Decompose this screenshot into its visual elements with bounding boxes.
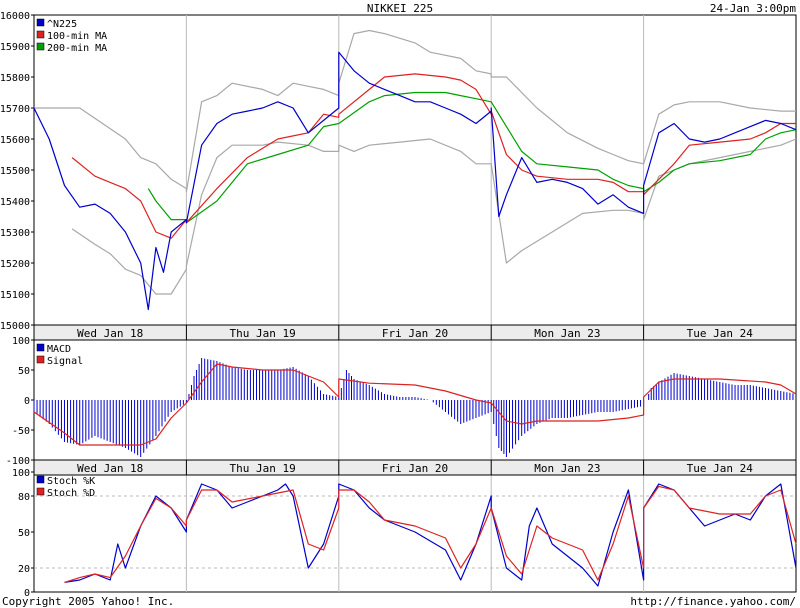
legend-label: 200-min MA	[47, 43, 107, 54]
price-axis-tick-label: 15800	[0, 73, 30, 84]
day-label: Fri Jan 20	[382, 462, 448, 475]
price-axis-tick-label: 15000	[0, 321, 30, 332]
price-axis-tick-label: 15900	[0, 42, 30, 53]
day-label: Mon Jan 23	[534, 462, 600, 475]
legend-swatch	[36, 30, 45, 39]
price-axis-tick-label: 15500	[0, 166, 30, 177]
day-label: Wed Jan 18	[77, 327, 143, 340]
legend-label: Signal	[47, 356, 83, 367]
stoch-axis-tick-label: 20	[18, 564, 30, 575]
legend-label: ^N225	[47, 19, 77, 30]
day-label: Fri Jan 20	[382, 327, 448, 340]
legend-label: 100-min MA	[47, 31, 107, 42]
day-label: Tue Jan 24	[687, 327, 754, 340]
price-axis-tick-label: 15600	[0, 135, 30, 146]
chart-title: NIKKEI 225	[367, 2, 433, 15]
price-axis-tick-label: 15400	[0, 197, 30, 208]
day-label: Wed Jan 18	[77, 462, 143, 475]
legend-label: Stoch %D	[47, 488, 95, 499]
legend-label: MACD	[47, 344, 71, 355]
source-url: http://finance.yahoo.com/	[630, 595, 796, 608]
legend-swatch	[36, 475, 45, 484]
day-label: Thu Jan 19	[229, 462, 295, 475]
chart-svg: NIKKEI 225 24-Jan 3:00pm Copyright 2005 …	[0, 2, 797, 608]
ma100-line	[71, 73, 796, 239]
chart-timestamp: 24-Jan 3:00pm	[710, 2, 796, 15]
stoch-axis-tick-label: 50	[18, 528, 30, 539]
panel-frame-price	[33, 14, 797, 326]
price-axis-tick-label: 16000	[0, 11, 30, 22]
macd-axis-tick-label: 50	[18, 366, 30, 377]
legend-swatch	[36, 487, 45, 496]
day-label: Mon Jan 23	[534, 327, 600, 340]
legend-swatch	[36, 355, 45, 364]
macd-axis-tick-label: -50	[12, 426, 30, 437]
price-axis-tick-label: 15100	[0, 290, 30, 301]
price-axis-tick-label: 15700	[0, 104, 30, 115]
macd-axis-tick-label: 100	[12, 336, 30, 347]
legend-swatch	[36, 18, 45, 27]
stoch-axis-tick-label: 80	[18, 492, 30, 503]
legend-swatch	[36, 42, 45, 51]
price-axis-tick-label: 15300	[0, 228, 30, 239]
stoch-k-line	[64, 483, 797, 587]
price-series-line	[33, 51, 797, 311]
macd-signal-line	[33, 363, 797, 446]
macd-axis-tick-label: -100	[6, 456, 30, 467]
stoch-axis-tick-label: 100	[12, 468, 30, 479]
day-label: Tue Jan 24	[687, 462, 754, 475]
chart-stage: NIKKEI 225 24-Jan 3:00pm Copyright 2005 …	[0, 0, 800, 608]
band-line	[71, 138, 797, 295]
macd-axis-tick-label: 0	[24, 396, 30, 407]
price-axis-tick-label: 15200	[0, 259, 30, 270]
stoch-axis-tick-label: 0	[24, 588, 30, 599]
day-label: Thu Jan 19	[229, 327, 295, 340]
legend-label: Stoch %K	[47, 476, 95, 487]
legend-swatch	[36, 343, 45, 352]
